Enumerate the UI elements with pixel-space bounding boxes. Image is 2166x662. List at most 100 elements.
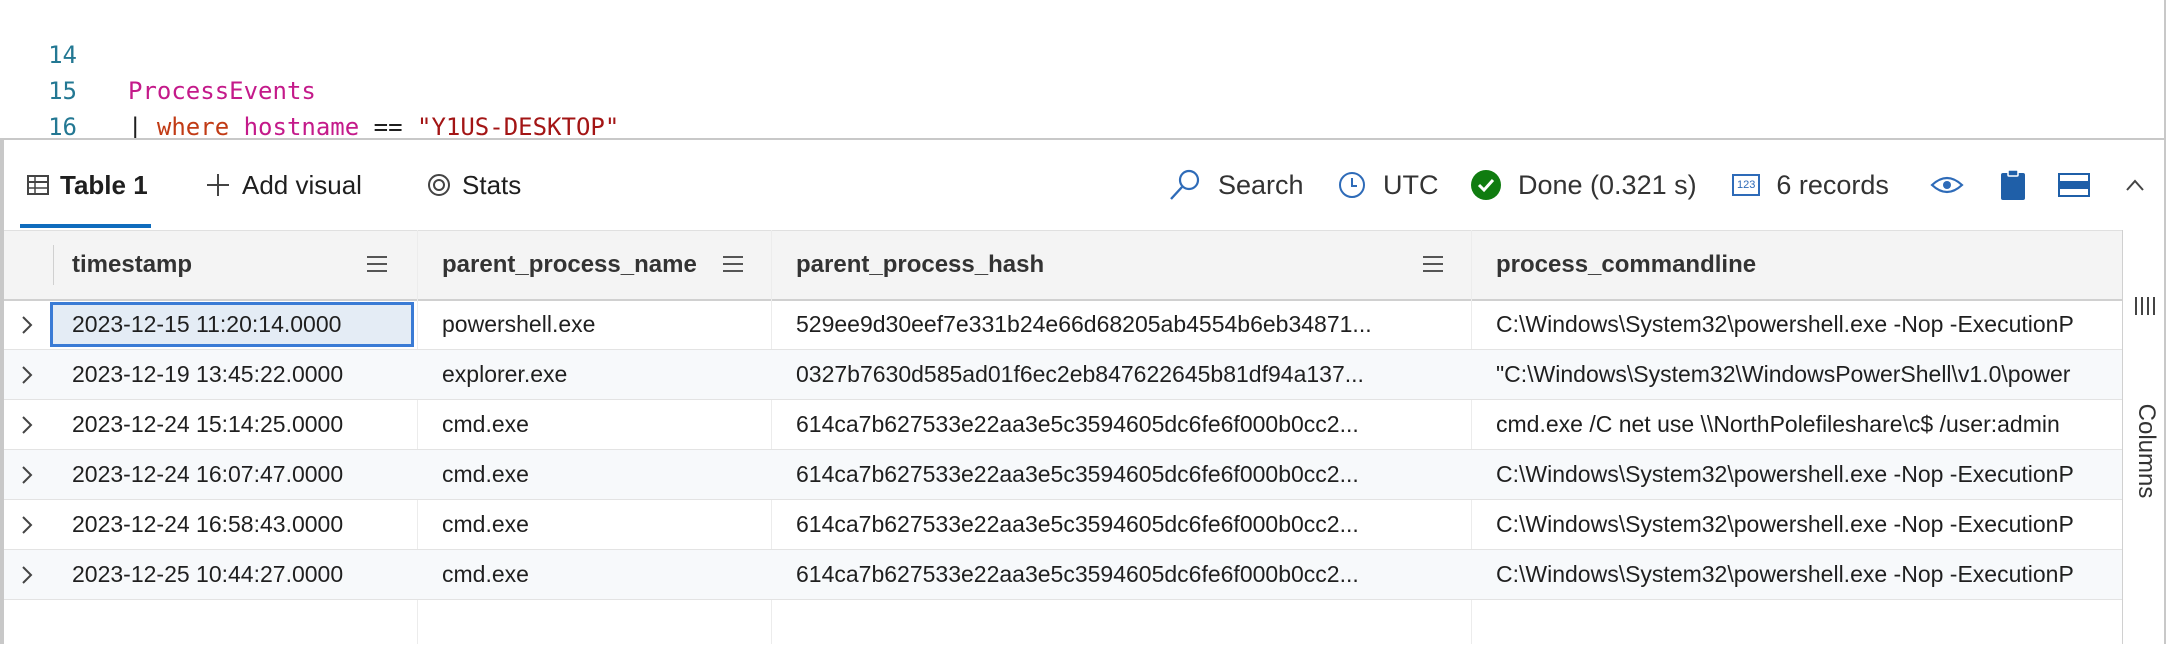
- tab-table-1[interactable]: Table 1: [26, 140, 148, 230]
- cell-parent-process-hash[interactable]: 529ee9d30eef7e331b24e66d68205ab4554b6eb3…: [796, 300, 1444, 349]
- chevron-right-icon[interactable]: [20, 300, 34, 349]
- timezone-selector[interactable]: UTC: [1337, 140, 1439, 230]
- add-visual-label: Add visual: [242, 169, 362, 200]
- cell-process-commandline[interactable]: "C:\Windows\System32\WindowsPowerShell\v…: [1496, 350, 2122, 399]
- cell-process-commandline[interactable]: C:\Windows\System32\powershell.exe -Nop …: [1496, 550, 2122, 599]
- cell-parent-process-name[interactable]: cmd.exe: [442, 450, 752, 499]
- column-header-parent-process-name[interactable]: parent_process_name: [442, 231, 697, 299]
- cell-timestamp[interactable]: 2023-12-24 15:14:25.0000: [72, 400, 402, 449]
- query-editor[interactable]: 14 ProcessEvents 15 | where hostname == …: [0, 0, 2166, 140]
- stats-icon: [426, 172, 452, 198]
- search-button[interactable]: Search: [1168, 140, 1304, 230]
- cell-process-commandline[interactable]: C:\Windows\System32\powershell.exe -Nop …: [1496, 300, 2122, 349]
- cell-parent-process-hash[interactable]: 614ca7b627533e22aa3e5c3594605dc6fe6f000b…: [796, 450, 1444, 499]
- cell-timestamp[interactable]: 2023-12-15 11:20:14.0000: [72, 300, 402, 349]
- cell-parent-process-hash[interactable]: 0327b7630d585ad01f6ec2eb847622645b81df94…: [796, 350, 1444, 399]
- chevron-up-icon: [2124, 177, 2146, 193]
- table-row[interactable]: 2023-12-24 15:14:25.0000 cmd.exe 614ca7b62…: [4, 400, 2122, 450]
- cell-process-commandline[interactable]: cmd.exe /C net use \\NorthPolefileshare\…: [1496, 400, 2122, 449]
- cell-timestamp[interactable]: 2023-12-25 10:44:27.0000: [72, 550, 402, 599]
- cell-timestamp[interactable]: 2023-12-19 13:45:22.0000: [72, 350, 402, 399]
- tab-label: Table 1: [60, 169, 148, 200]
- columns-panel-label: Columns: [2133, 403, 2160, 499]
- grid-header: timestamp parent_process_name parent_pro…: [4, 230, 2122, 301]
- column-header-label: parent_process_hash: [796, 251, 1045, 278]
- column-header-process-commandline[interactable]: process_commandline: [1496, 231, 1756, 299]
- cell-parent-process-name[interactable]: powershell.exe: [442, 300, 752, 349]
- chevron-right-icon[interactable]: [20, 500, 34, 549]
- search-label: Search: [1218, 169, 1304, 200]
- code-token: ProcessEvents: [128, 77, 316, 105]
- check-circle-icon: [1470, 169, 1502, 201]
- code-line: 16 | where process_name == "cmd.exe" or …: [0, 73, 77, 138]
- stats-label: Stats: [462, 169, 522, 200]
- column-menu-icon[interactable]: [1422, 255, 1444, 278]
- code-line: 17: [0, 109, 58, 138]
- copy-button[interactable]: [2000, 140, 2042, 230]
- code-token: where: [156, 113, 230, 140]
- cell-parent-process-name[interactable]: cmd.exe: [442, 400, 752, 449]
- clipboard-icon: [2000, 169, 2026, 201]
- column-menu-icon[interactable]: [722, 255, 744, 278]
- eye-icon: [1930, 173, 1964, 197]
- table-row[interactable]: 2023-12-25 10:44:27.0000 cmd.exe 614ca7b62…: [4, 550, 2122, 600]
- plus-icon: [204, 171, 232, 199]
- search-icon: [1168, 168, 1202, 202]
- table-icon: [26, 173, 50, 197]
- column-header-parent-process-hash[interactable]: parent_process_hash: [796, 231, 1044, 299]
- chevron-right-icon[interactable]: [20, 450, 34, 499]
- timezone-label: UTC: [1383, 169, 1439, 200]
- chevron-right-icon[interactable]: [20, 550, 34, 599]
- layout-toggle-button[interactable]: [2058, 140, 2106, 230]
- cell-parent-process-name[interactable]: cmd.exe: [442, 500, 752, 549]
- column-header-timestamp[interactable]: timestamp: [72, 231, 192, 299]
- table-row[interactable]: 2023-12-24 16:07:47.0000 cmd.exe 614ca7b62…: [4, 450, 2122, 500]
- records-icon-text: 123: [1737, 179, 1756, 191]
- code-token: |: [128, 113, 157, 140]
- code-line: 15 | where hostname == "Y1US-DESKTOP": [0, 37, 619, 138]
- cell-process-commandline[interactable]: C:\Windows\System32\powershell.exe -Nop …: [1496, 500, 2122, 549]
- results-toolbar: Table 1 Add visual Stats Search UTC Done…: [0, 140, 2166, 230]
- tab-stats[interactable]: Stats: [426, 140, 521, 230]
- layout-icon: [2058, 173, 2090, 197]
- column-header-label: process_commandline: [1496, 251, 1757, 278]
- column-divider: [53, 245, 54, 285]
- records-count: 123 6 records: [1732, 140, 1889, 230]
- cell-parent-process-hash[interactable]: 614ca7b627533e22aa3e5c3594605dc6fe6f000b…: [796, 550, 1444, 599]
- cell-timestamp[interactable]: 2023-12-24 16:07:47.0000: [72, 450, 402, 499]
- chevron-right-icon[interactable]: [20, 350, 34, 399]
- cell-parent-process-name[interactable]: explorer.exe: [442, 350, 752, 399]
- table-row[interactable]: 2023-12-19 13:45:22.0000 explorer.exe 0327…: [4, 350, 2122, 400]
- query-status: Done (0.321 s): [1470, 140, 1697, 230]
- code-text: | where hostname == "Y1US-DESKTOP": [128, 109, 620, 140]
- cell-parent-process-name[interactable]: cmd.exe: [442, 550, 752, 599]
- column-header-label: parent_process_name: [442, 251, 697, 278]
- code-token: hostname: [243, 113, 360, 140]
- column-header-label: timestamp: [72, 251, 193, 278]
- active-tab-indicator: [20, 224, 151, 228]
- column-menu-icon[interactable]: [366, 255, 388, 278]
- collapse-results-button[interactable]: [2124, 140, 2162, 230]
- code-text: ProcessEvents: [128, 73, 316, 109]
- clock-icon: [1337, 170, 1367, 200]
- cell-parent-process-hash[interactable]: 614ca7b627533e22aa3e5c3594605dc6fe6f000b…: [796, 500, 1444, 549]
- status-text: Done (0.321 s): [1518, 169, 1697, 200]
- table-row[interactable]: 2023-12-24 16:58:43.0000 cmd.exe 614ca7b62…: [4, 500, 2122, 550]
- records-icon: 123: [1732, 174, 1761, 196]
- chevron-right-icon[interactable]: [20, 400, 34, 449]
- code-token: "Y1US-DESKTOP": [417, 113, 620, 140]
- code-line: 14 ProcessEvents: [0, 1, 316, 105]
- table-row[interactable]: 2023-12-15 11:20:14.0000 powershell.exe 52…: [4, 300, 2122, 350]
- preview-button[interactable]: [1930, 140, 1980, 230]
- records-text: 6 records: [1776, 169, 1889, 200]
- add-visual-button[interactable]: Add visual: [204, 140, 362, 230]
- cell-parent-process-hash[interactable]: 614ca7b627533e22aa3e5c3594605dc6fe6f000b…: [796, 400, 1444, 449]
- columns-panel-icon: [2133, 296, 2155, 321]
- cell-timestamp[interactable]: 2023-12-24 16:58:43.0000: [72, 500, 402, 549]
- columns-panel-toggle[interactable]: Columns: [2123, 282, 2166, 662]
- results-grid: timestamp parent_process_name parent_pro…: [4, 230, 2122, 644]
- code-token: ==: [359, 113, 417, 140]
- columns-side-panel: Columns: [2122, 230, 2166, 644]
- cell-process-commandline[interactable]: C:\Windows\System32\powershell.exe -Nop …: [1496, 450, 2122, 499]
